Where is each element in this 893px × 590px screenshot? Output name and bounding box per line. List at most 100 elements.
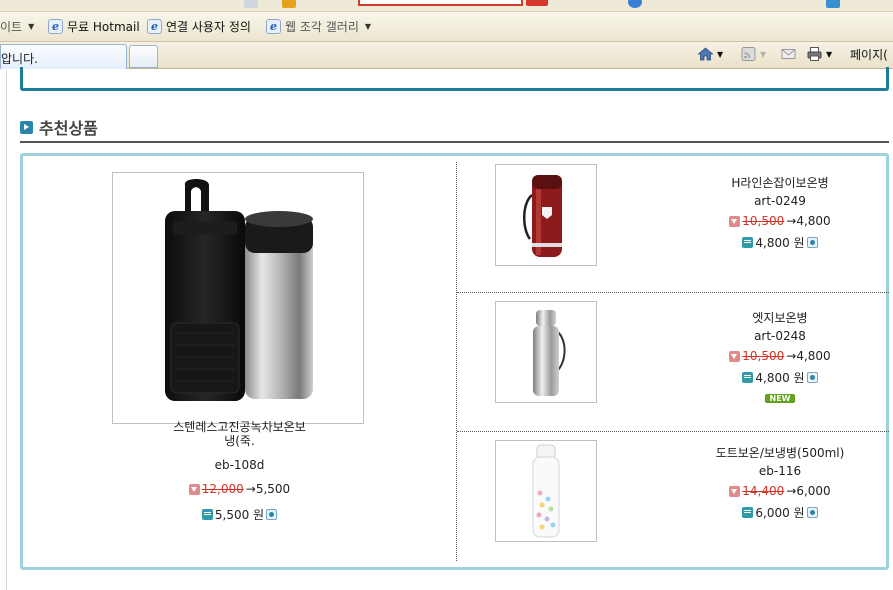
side-product-name[interactable]: 엣지보온병 <box>670 309 890 326</box>
chevron-down-icon: ▼ <box>28 22 35 31</box>
toolbar-icon[interactable] <box>244 0 258 8</box>
side-old-price: 10,500 <box>742 214 785 228</box>
home-icon <box>697 47 714 61</box>
tab-bar: 압니다. ▼ ▼ ▼ 페이지( <box>0 42 893 69</box>
side-old-price: 14,400 <box>742 484 785 498</box>
chevron-down-icon: ▼ <box>826 49 833 59</box>
side-product-final-price: 4,800 원 <box>670 234 890 251</box>
ie-page-icon: e <box>147 19 162 34</box>
tab-title: 압니다. <box>1 52 38 66</box>
won-icon <box>742 237 754 248</box>
featured-product-name[interactable]: 스텐레스고진공녹차보온보 냉(죽. <box>23 420 456 448</box>
cart-icon[interactable] <box>806 372 818 383</box>
price-down-icon <box>729 350 741 362</box>
page-content: 추천상품 스텐레스고진공녹차보온보 냉(죽. eb-108d 12,000 →5… <box>0 67 893 590</box>
chevron-down-icon: ▼ <box>364 22 372 31</box>
favorites-item-suggested-sites[interactable]: 이트 ▼ <box>0 18 34 35</box>
print-icon <box>807 47 822 61</box>
new-badge: NEW <box>764 394 796 403</box>
featured-final-price: 5,500 원 <box>214 508 265 522</box>
side-product-final-price: 4,800 원 <box>670 369 890 386</box>
side-product-code: art-0249 <box>754 194 806 208</box>
side-final-price: 6,000 원 <box>755 506 805 520</box>
featured-product-price: 12,000 →5,500 <box>23 482 456 498</box>
side-product-code: eb-116 <box>758 464 802 478</box>
featured-product-name-line: 스텐레스고진공녹차보온보 <box>173 420 306 434</box>
section-bullet-icon <box>20 120 33 134</box>
favorites-item-customize-links[interactable]: e 연결 사용자 정의 <box>147 18 251 35</box>
price-down-icon <box>729 485 741 497</box>
star-icon[interactable] <box>628 0 642 8</box>
cart-icon[interactable] <box>266 509 278 520</box>
favorites-item-label: 웹 조각 갤러리 <box>285 20 359 34</box>
featured-product: 스텐레스고진공녹차보온보 냉(죽. eb-108d 12,000 →5,500 … <box>23 156 456 567</box>
side-product-badge: NEW <box>670 390 890 404</box>
side-product-image[interactable] <box>495 164 597 266</box>
side-product: 도트보온/보냉병(500ml) eb-116 14,400 →6,000 6,0… <box>457 432 889 568</box>
side-product: 엣지보온병 art-0248 10,500 →4,800 4,800 원 NEW <box>457 293 889 431</box>
previous-section-box <box>20 67 889 91</box>
featured-product-name-line: 냉(죽. <box>224 434 255 448</box>
print-button[interactable]: ▼ <box>806 46 832 62</box>
page-menu-label: 페이지( <box>850 48 888 62</box>
search-button[interactable] <box>526 0 548 6</box>
side-product-price: 14,400 →6,000 <box>670 484 890 500</box>
featured-product-image[interactable] <box>112 172 364 424</box>
side-final-price: 4,800 원 <box>755 371 805 385</box>
feeds-button[interactable]: ▼ <box>740 46 766 62</box>
featured-product-code: eb-108d <box>214 458 265 472</box>
side-product-final-price: 6,000 원 <box>670 504 890 521</box>
side-final-price: 4,800 원 <box>755 236 805 250</box>
chevron-down-icon: ▼ <box>760 49 767 59</box>
featured-new-price: →5,500 <box>245 482 291 496</box>
side-new-price: →4,800 <box>786 349 831 363</box>
section-title: 추천상품 <box>39 119 98 138</box>
page-menu-button[interactable]: 페이지( <box>850 46 888 63</box>
side-product-name[interactable]: H라인손잡이보온병 <box>670 174 890 191</box>
tab-current[interactable]: 압니다. <box>0 44 127 69</box>
side-new-price: →4,800 <box>786 214 831 228</box>
home-button[interactable]: ▼ <box>697 46 723 62</box>
side-product-image[interactable] <box>495 440 597 542</box>
cart-icon[interactable] <box>806 237 818 248</box>
toolbar-strip <box>0 0 893 12</box>
favorites-icon[interactable] <box>282 0 296 8</box>
rss-feed-icon <box>741 47 756 61</box>
side-old-price: 10,500 <box>742 349 785 363</box>
side-product: H라인손잡이보온병 art-0249 10,500 →4,800 4,800 원 <box>457 156 889 292</box>
won-icon <box>742 507 754 518</box>
side-product-image[interactable] <box>495 301 597 403</box>
tools-icon[interactable] <box>826 0 840 8</box>
dot-thermos-image <box>532 444 560 538</box>
search-input[interactable] <box>358 0 523 6</box>
favorites-bar: 이트 ▼ e 무료 Hotmail e 연결 사용자 정의 e 웹 조각 갤러리 ▼ <box>0 12 893 42</box>
side-product-price: 10,500 →4,800 <box>670 349 890 365</box>
mail-icon <box>781 49 796 59</box>
favorites-item-label: 무료 Hotmail <box>67 20 140 34</box>
side-product-price: 10,500 →4,800 <box>670 214 890 230</box>
won-icon <box>742 372 754 383</box>
favorites-item-web-slice-gallery[interactable]: e 웹 조각 갤러리 ▼ <box>266 18 371 35</box>
side-product-name[interactable]: 도트보온/보냉병(500ml) <box>670 444 890 461</box>
read-mail-button[interactable] <box>780 46 797 62</box>
chevron-down-icon: ▼ <box>717 49 724 59</box>
left-divider <box>6 70 7 590</box>
ie-page-icon: e <box>266 19 281 34</box>
side-product-code: art-0248 <box>754 329 806 343</box>
won-icon <box>201 509 213 520</box>
thermos-with-pouch-image <box>165 179 313 401</box>
price-down-icon <box>729 215 741 227</box>
featured-old-price: 12,000 <box>201 482 244 496</box>
red-thermos-image <box>523 175 562 257</box>
favorites-item-hotmail[interactable]: e 무료 Hotmail <box>48 18 140 35</box>
recommended-products-box: 스텐레스고진공녹차보온보 냉(죽. eb-108d 12,000 →5,500 … <box>20 153 889 570</box>
cart-icon[interactable] <box>806 507 818 518</box>
new-tab-button[interactable] <box>129 45 158 68</box>
section-header: 추천상품 <box>20 115 98 139</box>
side-new-price: →6,000 <box>786 484 831 498</box>
favorites-item-label: 연결 사용자 정의 <box>166 20 251 34</box>
steel-thermos-image <box>533 310 566 396</box>
section-divider <box>20 141 889 143</box>
ie-page-icon: e <box>48 19 63 34</box>
favorites-item-label: 이트 <box>0 20 23 34</box>
